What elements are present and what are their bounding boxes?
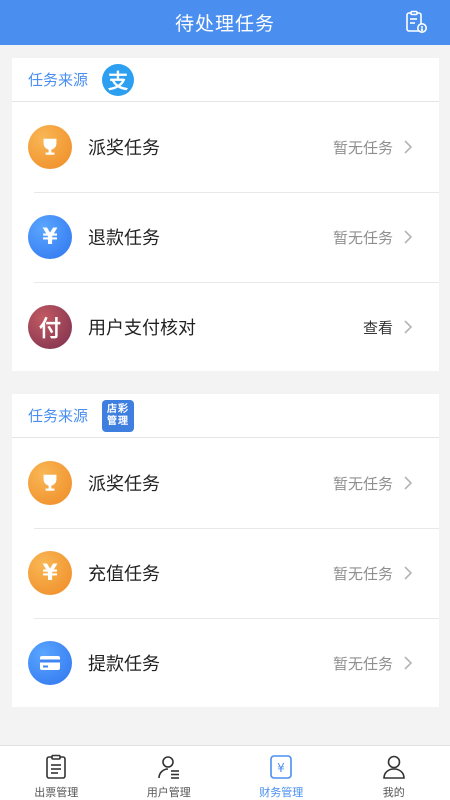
card-header: 任务来源 支 bbox=[12, 58, 439, 102]
tab-label: 我的 bbox=[382, 786, 405, 799]
clipboard-info-icon[interactable] bbox=[404, 10, 428, 34]
task-row-refund[interactable]: ¥ 退款任务 暂无任务 bbox=[12, 192, 439, 282]
task-source-label: 任务来源 bbox=[28, 71, 89, 89]
svg-text:¥: ¥ bbox=[277, 761, 285, 775]
chevron-right-icon bbox=[404, 566, 413, 580]
chevron-right-icon bbox=[404, 656, 413, 670]
tab-label: 用户管理 bbox=[146, 786, 191, 799]
app-header: 待处理任务 bbox=[0, 0, 450, 45]
task-source-card-store: 任务来源 店彩 管理 派奖任务 暂无任务 ¥ 充值任务 暂无任务 提款任务 暂无… bbox=[12, 394, 439, 707]
tab-label: 出票管理 bbox=[34, 786, 79, 799]
task-label: 用户支付核对 bbox=[88, 318, 196, 339]
bottom-tab-bar: 出票管理 用户管理 ¥ 财务管理 我的 bbox=[0, 745, 450, 800]
trophy-icon bbox=[28, 461, 72, 505]
task-row-payment-check[interactable]: 付 用户支付核对 查看 bbox=[12, 282, 439, 372]
task-status: 暂无任务 bbox=[332, 228, 393, 247]
task-status: 暂无任务 bbox=[332, 654, 393, 673]
task-label: 派奖任务 bbox=[88, 138, 160, 159]
tab-user-management[interactable]: 用户管理 bbox=[113, 746, 226, 800]
task-label: 退款任务 bbox=[88, 228, 160, 249]
tab-finance-management[interactable]: ¥ 财务管理 bbox=[225, 746, 338, 800]
finance-icon: ¥ bbox=[270, 755, 293, 779]
task-label: 提款任务 bbox=[88, 654, 160, 675]
task-row-prize[interactable]: 派奖任务 暂无任务 bbox=[12, 102, 439, 192]
task-source-card-alipay: 任务来源 支 派奖任务 暂无任务 ¥ 退款任务 暂无任务 付 用户支付核对 查看 bbox=[12, 58, 439, 371]
tab-ticket-management[interactable]: 出票管理 bbox=[0, 746, 113, 800]
ticket-list-icon bbox=[46, 754, 67, 779]
task-row-prize[interactable]: 派奖任务 暂无任务 bbox=[12, 438, 439, 528]
tab-my[interactable]: 我的 bbox=[338, 746, 450, 800]
alipay-logo: 支 bbox=[102, 63, 135, 96]
yuan-icon: ¥ bbox=[28, 551, 72, 595]
store-logo: 店彩 管理 bbox=[102, 399, 135, 432]
chevron-right-icon bbox=[404, 140, 413, 154]
tab-label: 财务管理 bbox=[259, 786, 304, 799]
user-manage-icon bbox=[157, 756, 179, 779]
task-label: 派奖任务 bbox=[88, 474, 160, 495]
chevron-right-icon bbox=[404, 230, 413, 244]
chevron-right-icon bbox=[404, 476, 413, 490]
card-icon bbox=[28, 641, 72, 685]
task-label: 充值任务 bbox=[88, 564, 160, 585]
task-status: 暂无任务 bbox=[332, 564, 393, 583]
yuan-icon: ¥ bbox=[28, 215, 72, 259]
task-status: 暂无任务 bbox=[332, 474, 393, 493]
task-row-withdraw[interactable]: 提款任务 暂无任务 bbox=[12, 618, 439, 708]
page-title: 待处理任务 bbox=[174, 13, 275, 35]
task-row-recharge[interactable]: ¥ 充值任务 暂无任务 bbox=[12, 528, 439, 618]
pay-icon: 付 bbox=[28, 305, 72, 349]
chevron-right-icon bbox=[404, 320, 413, 334]
trophy-icon bbox=[28, 125, 72, 169]
profile-icon bbox=[382, 755, 405, 779]
task-status: 暂无任务 bbox=[332, 138, 393, 157]
task-source-label: 任务来源 bbox=[28, 407, 89, 425]
card-header: 任务来源 店彩 管理 bbox=[12, 394, 439, 438]
view-link[interactable]: 查看 bbox=[363, 317, 393, 338]
